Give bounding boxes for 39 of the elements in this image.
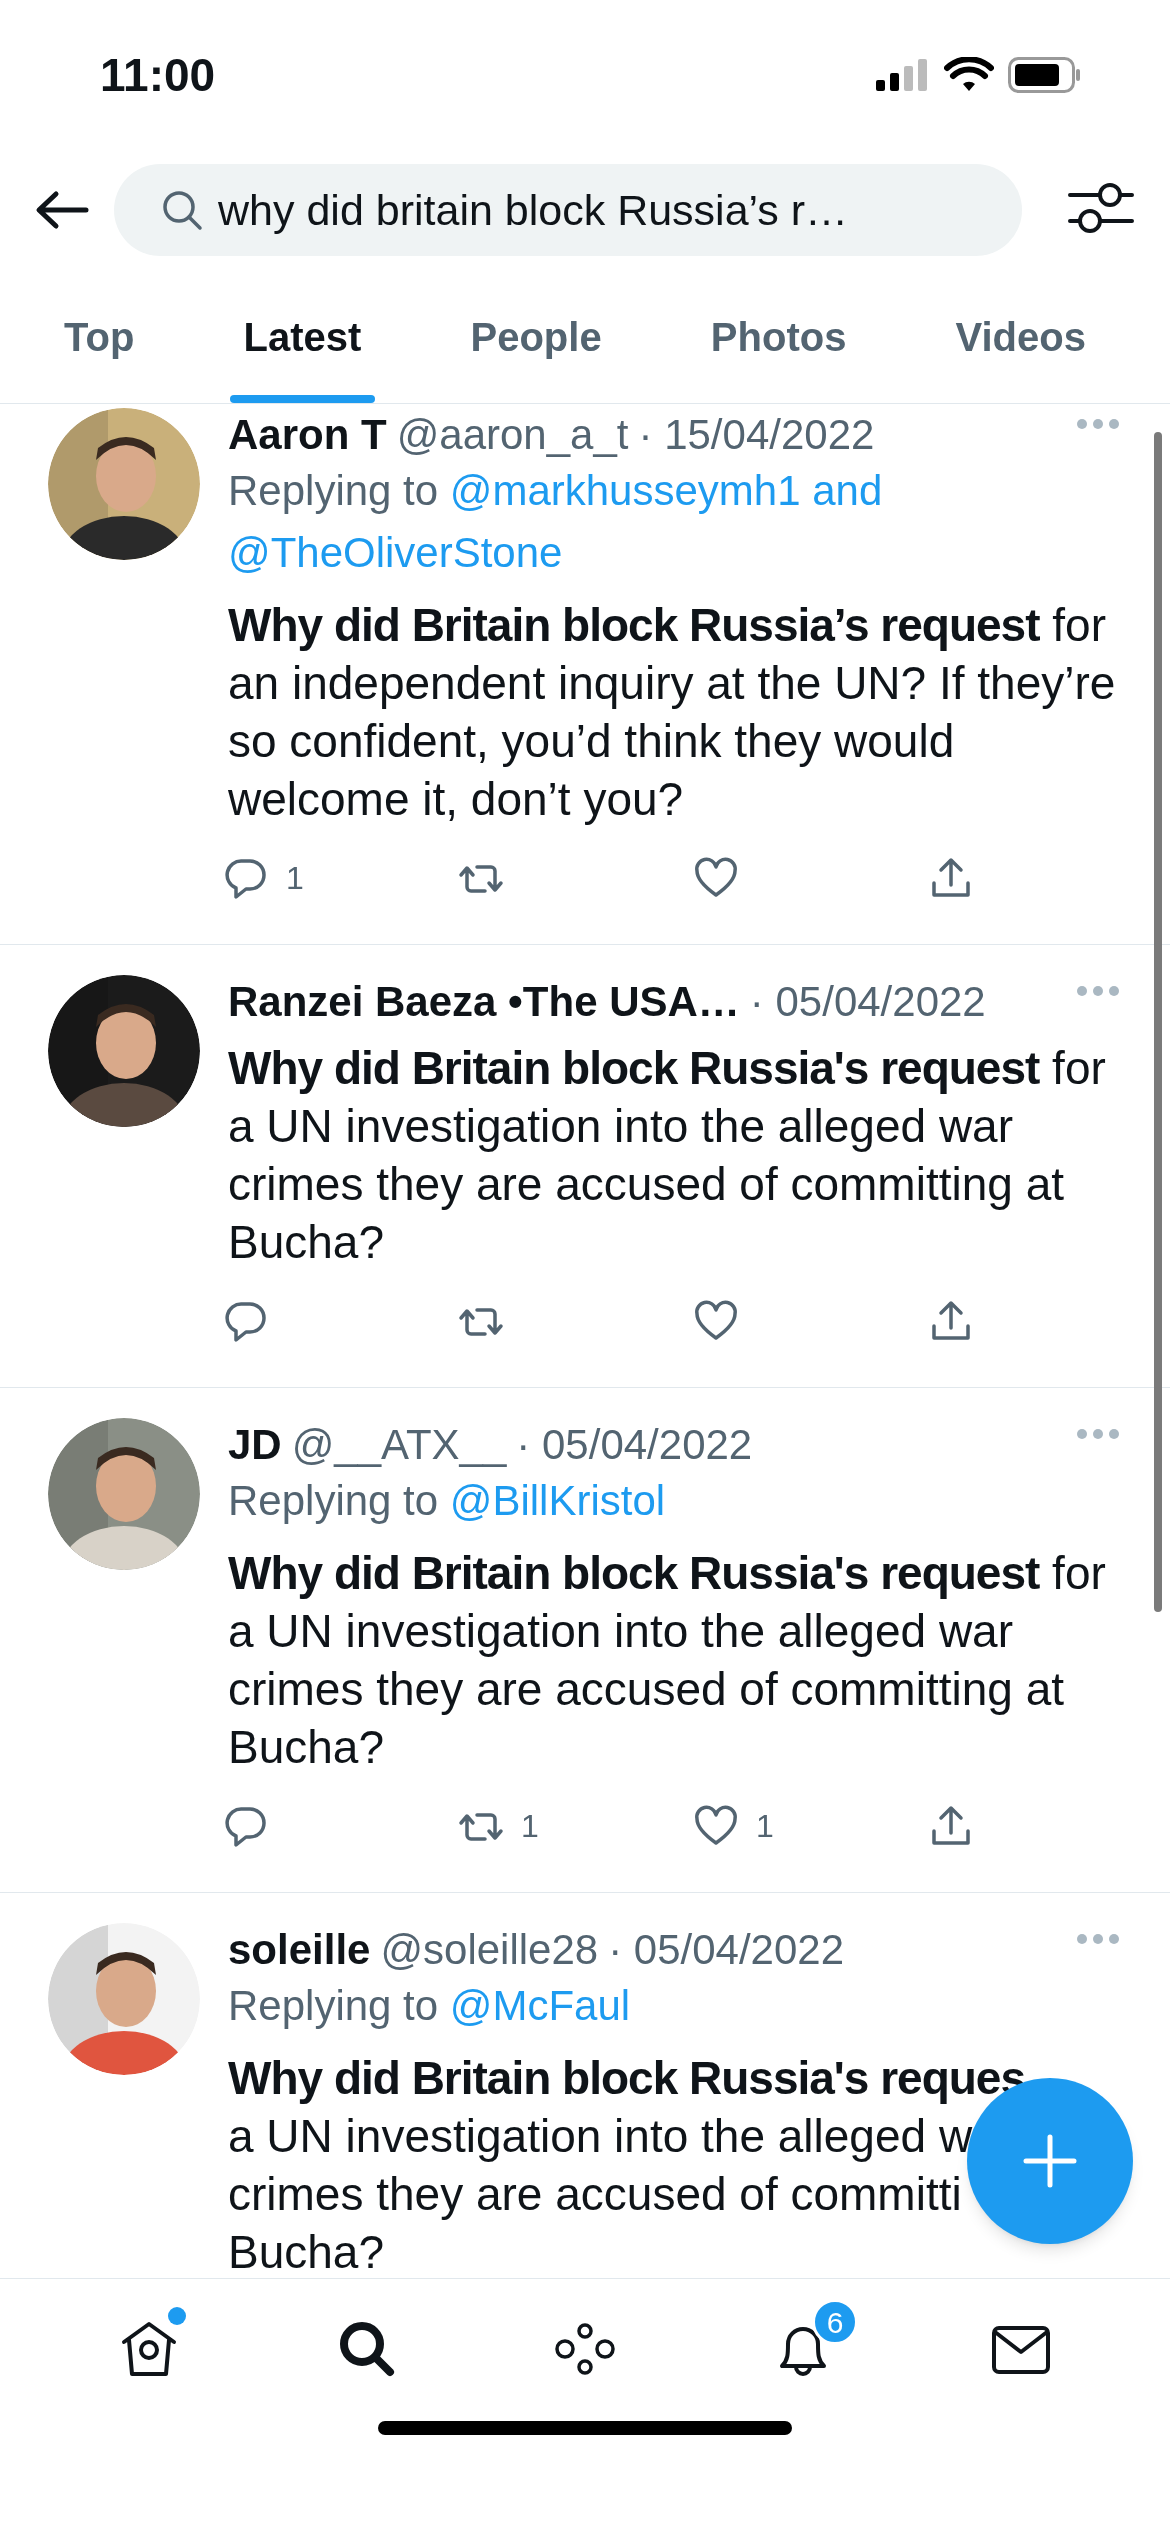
plus-icon bbox=[1022, 2133, 1078, 2189]
wifi-icon bbox=[944, 57, 994, 93]
author-handle: @aaron_a_t bbox=[396, 409, 629, 460]
back-arrow-icon[interactable] bbox=[34, 190, 90, 230]
author-name: Ranzei Baeza •The USA… bbox=[228, 976, 740, 1027]
search-tab[interactable]: Latest bbox=[199, 270, 406, 403]
search-tab[interactable]: Top bbox=[20, 270, 179, 403]
tweet-text-line: Bucha? bbox=[228, 2225, 384, 2278]
search-icon bbox=[160, 188, 204, 232]
tweet-text-line: Why did Britain block Russia's reques bbox=[228, 2051, 1026, 2106]
author-name: JD bbox=[228, 1419, 282, 1470]
status-time: 11:00 bbox=[100, 47, 216, 103]
search-field[interactable]: why did britain block Russia’s r… bbox=[114, 164, 1022, 256]
author-handle: @__ATX__ bbox=[291, 1419, 507, 1470]
tweet-text: Why did Britain block Russia's request for a UN investigation into the alleged war crimes they are accused of committing at Bucha? bbox=[228, 1546, 1107, 1775]
count-label: 1 bbox=[756, 1807, 774, 1846]
search-tab[interactable]: Photos bbox=[666, 270, 891, 403]
search-tab[interactable]: Videos bbox=[911, 270, 1130, 403]
tweet-date: · 05/04/2022 bbox=[608, 1924, 845, 1975]
notification-badge: 6 bbox=[812, 2299, 858, 2345]
battery-icon bbox=[1008, 57, 1082, 93]
tweet-text: Why did Britain block Russia’s request for an independent inquiry at the UN? If they’re so confident, you’d think they would welcome it, don’t you? bbox=[228, 598, 1117, 827]
tweet-text: Why did Britain block Russia's request for a UN investigation into the alleged war crimes they are accused of committing at Bucha? bbox=[228, 1041, 1107, 1270]
search-tab[interactable]: People bbox=[426, 270, 646, 403]
replying-to-text: Replying to @BillKristol bbox=[228, 1476, 667, 1526]
author-name: Aaron T bbox=[228, 409, 387, 460]
replying-to-text: Replying to @markhusseymh1 and @TheOliverStone bbox=[228, 466, 884, 578]
author-name: soleille bbox=[228, 1924, 371, 1975]
tweet-date: · 15/04/2022 bbox=[638, 409, 875, 460]
count-label: 1 bbox=[521, 1807, 539, 1846]
author-handle: @soleille28 bbox=[380, 1924, 599, 1975]
tweet-date: · 05/04/2022 bbox=[749, 976, 986, 1027]
tweet-date: · 05/04/2022 bbox=[516, 1419, 753, 1470]
tweet-text-line: crimes they are accused of committi bbox=[228, 2167, 962, 2222]
count-label: 1 bbox=[286, 859, 304, 898]
scrollbar[interactable] bbox=[1154, 432, 1162, 1612]
tweet-text-line: a UN investigation into the alleged w bbox=[228, 2109, 973, 2164]
signal-icon bbox=[874, 58, 930, 92]
replying-to-text: Replying to @McFaul bbox=[228, 1981, 632, 2031]
